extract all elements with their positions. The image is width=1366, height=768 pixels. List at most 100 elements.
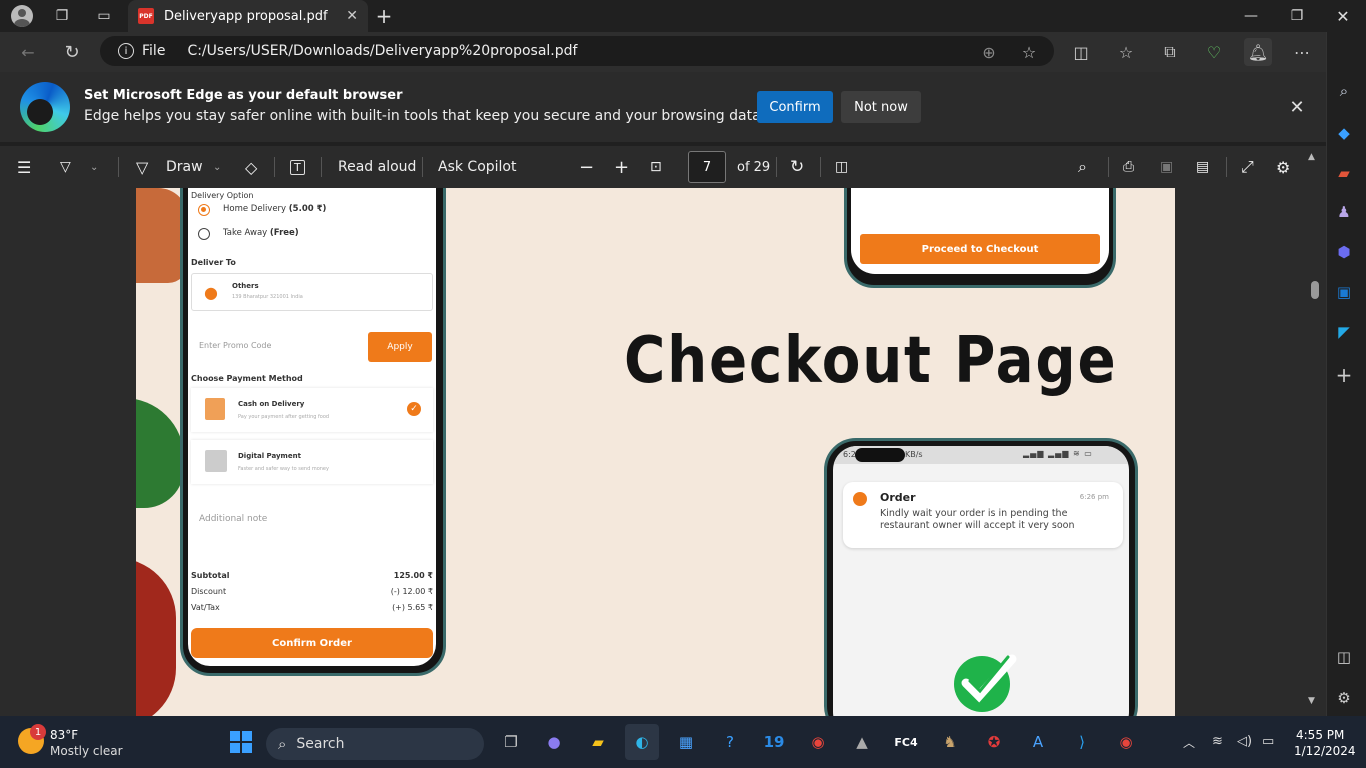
chrome2-icon[interactable]: ◉ <box>1109 724 1143 760</box>
take-away-label: Take Away <box>223 228 268 238</box>
fc4-icon[interactable]: FC4 <box>889 724 923 760</box>
game3-icon[interactable]: ✪ <box>977 724 1011 760</box>
taskbar-search[interactable]: ⌕ Search <box>266 728 484 760</box>
promo-code-input: Enter Promo Code <box>199 341 272 350</box>
apply-button: Apply <box>368 332 432 362</box>
file-explorer-icon[interactable]: ▰ <box>581 724 615 760</box>
deliver-to-label: Deliver To <box>191 258 236 267</box>
ask-copilot-button[interactable]: Ask Copilot <box>438 146 517 188</box>
minimize-icon[interactable]: — <box>1228 0 1274 32</box>
digital-title: Digital Payment <box>238 452 301 460</box>
meet-icon[interactable]: ● <box>537 724 571 760</box>
pdf-settings-icon[interactable]: ⚙ <box>1276 146 1290 188</box>
more-options-icon[interactable]: ⋯ <box>1288 38 1316 66</box>
restore-icon[interactable]: ❐ <box>1274 0 1320 32</box>
refresh-icon[interactable]: ↻ <box>58 38 86 66</box>
store-icon[interactable]: ▦ <box>669 724 703 760</box>
volume-icon[interactable]: ◁) <box>1237 734 1252 749</box>
status-time: 6:2 <box>843 450 856 459</box>
address-card: ● Others 139 Bharatpur 321001 India <box>191 273 433 311</box>
fullscreen-icon[interactable]: ⤢ <box>1241 146 1254 188</box>
highlight-dropdown-icon[interactable]: ⌄ <box>90 146 98 188</box>
contents-icon[interactable]: ☰ <box>17 146 31 188</box>
split-screen-icon[interactable]: ◫ <box>1067 38 1095 66</box>
cash-icon <box>205 398 225 420</box>
tab-actions-icon[interactable]: ▭ <box>91 3 117 29</box>
save-as-icon[interactable]: ▤ <box>1196 146 1209 188</box>
new-tab-icon[interactable]: + <box>371 3 397 29</box>
sidebar-outlook-icon[interactable]: ▣ <box>1331 279 1357 305</box>
confirm-button[interactable]: Confirm <box>757 91 833 123</box>
clock-time[interactable]: 4:55 PM <box>1296 728 1344 742</box>
page-view-icon[interactable]: ◫ <box>835 146 848 188</box>
add-text-icon[interactable]: T <box>290 146 305 188</box>
fit-page-icon[interactable]: ⊡ <box>650 146 662 188</box>
sidebar-shopping-icon[interactable]: ◆ <box>1331 120 1357 146</box>
close-window-icon[interactable]: ✕ <box>1320 0 1366 32</box>
zoom-icon[interactable]: ⊕ <box>975 38 1003 66</box>
digital-sub: Faster and safer way to send money <box>238 466 329 472</box>
sidebar-drop-icon[interactable]: ◤ <box>1331 319 1357 345</box>
draw-dropdown-icon[interactable]: ⌄ <box>213 146 221 188</box>
info-icon[interactable]: i <box>118 43 134 59</box>
rotate-icon[interactable]: ↻ <box>790 146 804 188</box>
game-icon[interactable]: ▲ <box>845 724 879 760</box>
banner-close-icon[interactable]: ✕ <box>1286 96 1308 118</box>
favorite-star-icon[interactable]: ☆ <box>1015 38 1043 66</box>
draw-icon[interactable]: ▽ <box>136 146 148 188</box>
erase-icon[interactable]: ◇ <box>245 146 257 188</box>
confirm-order-button: Confirm Order <box>191 628 433 658</box>
weather-badge: 1 <box>30 724 46 740</box>
sidebar-settings-icon[interactable]: ⚙ <box>1331 685 1357 711</box>
workspaces-icon[interactable]: ❐ <box>49 3 75 29</box>
wifi-icon[interactable]: ≋ <box>1212 734 1223 749</box>
success-check-icon <box>954 654 1017 712</box>
draw-button[interactable]: Draw <box>166 146 203 188</box>
clock-date[interactable]: 1/12/2024 <box>1294 744 1356 758</box>
profile-icon[interactable] <box>9 3 35 29</box>
start-icon[interactable] <box>224 724 258 760</box>
back-icon[interactable]: ← <box>14 38 42 66</box>
divider <box>321 157 322 177</box>
close-tab-icon[interactable]: ✕ <box>346 8 358 24</box>
radio-take-away <box>198 228 210 240</box>
address-bar[interactable]: i File C:/Users/USER/Downloads/Deliverya… <box>100 36 1054 66</box>
app-19-icon[interactable]: 19 <box>757 724 791 760</box>
sidebar-office-icon[interactable]: ⬢ <box>1331 239 1357 265</box>
print-icon[interactable]: ⎙ <box>1123 146 1134 188</box>
save-icon[interactable]: ▣ <box>1160 146 1173 188</box>
page-number-input[interactable]: 7 <box>688 151 726 183</box>
sidebar-hide-icon[interactable]: ◫ <box>1331 644 1357 670</box>
zoom-out-icon[interactable]: − <box>579 146 594 188</box>
scrollbar-thumb[interactable] <box>1311 281 1319 299</box>
browser-essentials-icon[interactable]: ♡ <box>1200 38 1228 66</box>
tab-deliveryapp-pdf[interactable]: PDF Deliveryapp proposal.pdf ✕ <box>128 0 368 32</box>
task-view-icon[interactable]: ❐ <box>494 724 528 760</box>
zoom-in-icon[interactable]: + <box>614 146 629 188</box>
favorites-icon[interactable]: ☆ <box>1112 38 1140 66</box>
find-icon[interactable]: ⌕ <box>1078 146 1087 188</box>
app-icon <box>853 492 867 506</box>
game2-icon[interactable]: ♞ <box>933 724 967 760</box>
sidebar-add-icon[interactable]: + <box>1331 362 1357 388</box>
app-a-icon[interactable]: A <box>1021 724 1055 760</box>
vscode-icon[interactable]: ⟩ <box>1065 724 1099 760</box>
sidebar-games-icon[interactable]: ♟ <box>1331 199 1357 225</box>
edge-taskbar-icon[interactable]: ◐ <box>625 724 659 760</box>
notifications-icon[interactable]: 🔔︎ <box>1244 38 1272 66</box>
sidebar-tools-icon[interactable]: ▰ <box>1331 160 1357 186</box>
weather-text[interactable]: Mostly clear <box>50 744 123 758</box>
sidebar-search-icon[interactable]: ⌕ <box>1331 78 1357 104</box>
tray-overflow-icon[interactable]: ︿ <box>1183 734 1195 751</box>
vertical-scrollbar[interactable]: ▲ ▼ <box>1306 146 1326 716</box>
collections-icon[interactable]: ⧉ <box>1156 38 1184 66</box>
battery-icon[interactable]: ▭ <box>1262 734 1274 749</box>
chrome-icon[interactable]: ◉ <box>801 724 835 760</box>
notification-line1: Kindly wait your order is in pending the <box>880 508 1068 519</box>
read-aloud-button[interactable]: Read aloud <box>338 146 416 188</box>
weather-temp[interactable]: 83°F <box>50 728 78 742</box>
highlight-icon[interactable]: ▽ <box>60 146 71 188</box>
help-icon[interactable]: ? <box>713 724 747 760</box>
not-now-button[interactable]: Not now <box>841 91 921 123</box>
take-away-row: Take Away (Free) <box>223 228 299 238</box>
